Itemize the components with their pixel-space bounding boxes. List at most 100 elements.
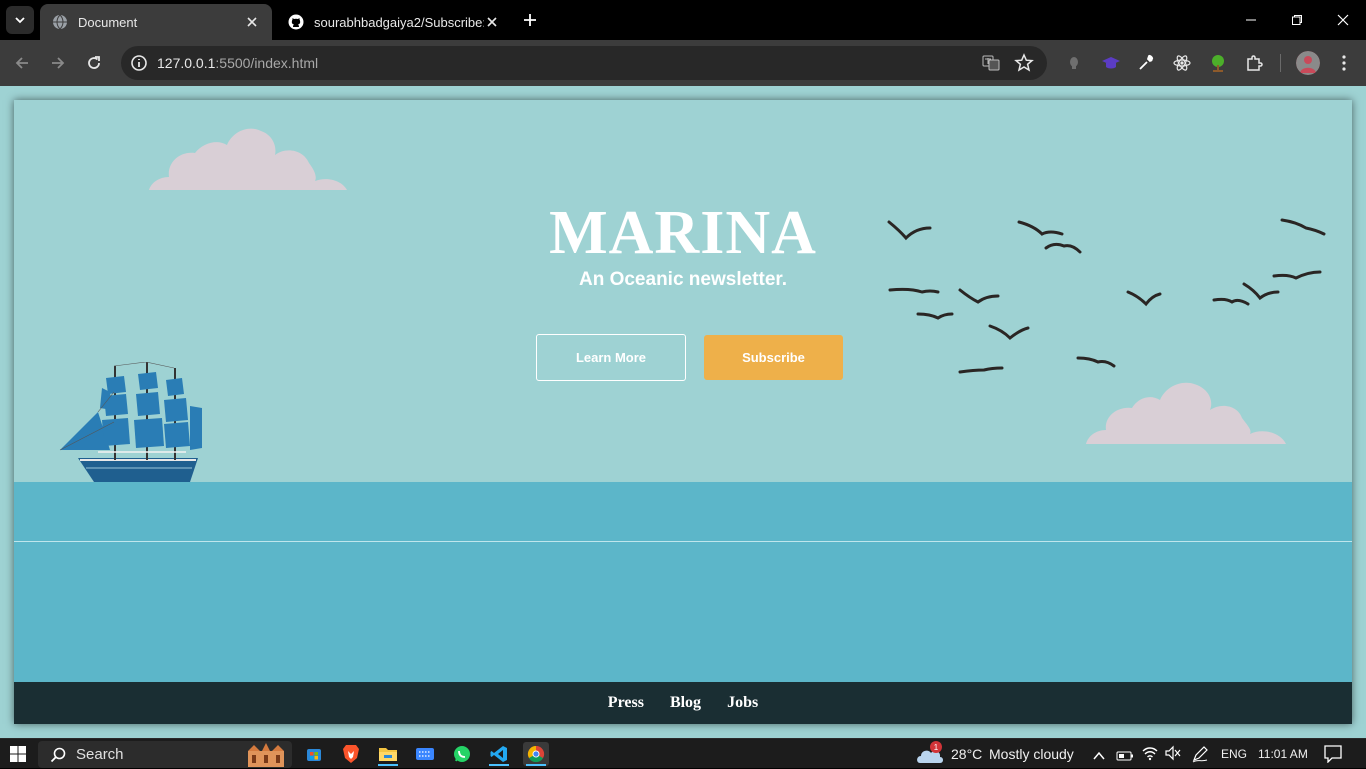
chevron-up-icon (1093, 751, 1105, 760)
temperature[interactable]: 28°C (951, 746, 982, 762)
extension-bulb-icon[interactable] (1063, 52, 1085, 74)
sailing-ship (59, 362, 202, 482)
clock[interactable]: 11:01 AM (1258, 747, 1308, 761)
active-indicator (378, 764, 398, 766)
restore-button[interactable] (1274, 0, 1320, 40)
url-text[interactable]: 127.0.0.1:5500/index.html (157, 55, 318, 71)
color-picker-icon[interactable] (1135, 52, 1157, 74)
tab-title: sourabhbadgaiya2/Subscribe: S (314, 14, 484, 30)
tray-overflow-button[interactable] (1092, 747, 1106, 766)
bird-icon (887, 220, 932, 241)
active-indicator (489, 764, 509, 766)
browser-toolbar: 127.0.0.1:5500/index.html 10 (0, 40, 1366, 115)
menu-kebab-icon[interactable] (1333, 52, 1355, 74)
site-info-icon[interactable] (129, 53, 149, 73)
bird-icon (1242, 282, 1280, 301)
notifications-button[interactable] (1324, 745, 1342, 767)
footer-nav: Press Blog Jobs (14, 682, 1352, 724)
marina-page: MARINA An Oceanic newsletter. Learn More… (14, 100, 1352, 724)
taskbar-brave[interactable] (338, 742, 364, 766)
close-tab-icon[interactable] (484, 14, 500, 30)
react-devtools-icon[interactable] (1171, 52, 1193, 74)
reload-button[interactable] (80, 49, 108, 77)
taskbar-app-store[interactable] (301, 742, 327, 766)
toolbar-divider (1280, 54, 1281, 72)
url-path: :5500/index.html (215, 55, 319, 71)
close-icon (1337, 14, 1349, 26)
extension-graduation-icon[interactable] (1100, 52, 1122, 74)
tab-search-button[interactable] (6, 6, 34, 34)
weather-alert-badge: 1 (930, 741, 942, 753)
bird-icon (888, 287, 940, 294)
github-icon (288, 14, 304, 30)
footer-link-jobs[interactable]: Jobs (727, 694, 758, 712)
taskbar-file-explorer[interactable] (375, 742, 401, 766)
store-icon (307, 749, 321, 761)
taskbar-search[interactable]: Search (38, 741, 292, 768)
volume-muted-icon[interactable] (1164, 745, 1182, 765)
chrome-icon (527, 745, 545, 763)
footer-link-blog[interactable]: Blog (670, 694, 701, 712)
taskbar-vscode[interactable] (486, 742, 512, 766)
weather-widget-icon[interactable]: 1 (916, 741, 946, 767)
vscode-icon (490, 746, 507, 762)
arrow-right-icon (52, 57, 65, 69)
page-viewport: MARINA An Oceanic newsletter. Learn More… (0, 86, 1366, 738)
tab-github[interactable]: sourabhbadgaiya2/Subscribe: S (276, 4, 512, 40)
profile-avatar[interactable] (1296, 51, 1320, 75)
sky-section: MARINA An Oceanic newsletter. Learn More… (14, 100, 1352, 482)
restore-icon (1292, 15, 1302, 25)
bird-icon (1272, 270, 1322, 280)
footer-link-press[interactable]: Press (608, 694, 644, 712)
subscribe-button[interactable]: Subscribe (704, 335, 843, 380)
learn-more-button[interactable]: Learn More (536, 334, 686, 381)
minimize-button[interactable] (1228, 0, 1274, 40)
chevron-down-icon (15, 17, 25, 24)
windows-logo-icon (10, 746, 26, 762)
taskbar-whatsapp[interactable] (449, 742, 475, 766)
bird-icon (988, 324, 1030, 341)
bird-icon (1044, 242, 1082, 254)
brave-icon (343, 745, 359, 763)
tab-strip: Document sourabhbadgaiya2/Subscribe: S (0, 0, 1366, 40)
bird-icon (958, 366, 1004, 374)
taskbar-keyboard[interactable] (412, 742, 438, 766)
folder-icon (379, 748, 397, 761)
cloud-right (1086, 382, 1286, 444)
tab-title: Document (78, 14, 138, 30)
bird-icon (1126, 290, 1162, 307)
close-tab-icon[interactable] (244, 14, 260, 30)
pen-icon[interactable] (1191, 745, 1209, 767)
tab-document[interactable]: Document (40, 4, 272, 40)
weather-condition[interactable]: Mostly cloudy (989, 746, 1074, 762)
bird-icon (916, 312, 954, 320)
address-bar[interactable]: 127.0.0.1:5500/index.html (121, 46, 1047, 80)
arrow-left-icon (15, 57, 28, 69)
cloud-left (149, 128, 347, 190)
new-tab-button[interactable] (518, 8, 542, 32)
bird-icon (958, 288, 1000, 304)
keyboard-icon (416, 748, 434, 760)
battery-icon[interactable] (1116, 747, 1134, 766)
tree-extension-icon[interactable] (1207, 52, 1229, 74)
horizon-line (14, 541, 1352, 542)
windows-start-button[interactable] (10, 746, 26, 766)
search-label: Search (76, 746, 124, 763)
windows-taskbar: Search 1 28°C Mostly cloudy ENG 11:01 AM (0, 738, 1366, 768)
translate-icon[interactable] (981, 53, 1001, 73)
minimize-icon (1246, 19, 1256, 21)
star-icon[interactable] (1014, 53, 1034, 73)
plus-icon (524, 14, 536, 26)
forward-button[interactable] (44, 49, 72, 77)
url-host: 127.0.0.1 (157, 55, 216, 71)
extensions-puzzle-icon[interactable] (1243, 52, 1265, 74)
bird-icon (1076, 356, 1116, 368)
taskbar-chrome[interactable] (523, 742, 549, 766)
search-icon (50, 747, 66, 763)
bird-icon (1280, 218, 1326, 236)
chat-bubble-icon (1324, 745, 1342, 764)
wifi-icon[interactable] (1141, 745, 1159, 765)
back-button[interactable] (8, 49, 36, 77)
close-window-button[interactable] (1320, 0, 1366, 40)
input-language[interactable]: ENG (1221, 747, 1247, 761)
